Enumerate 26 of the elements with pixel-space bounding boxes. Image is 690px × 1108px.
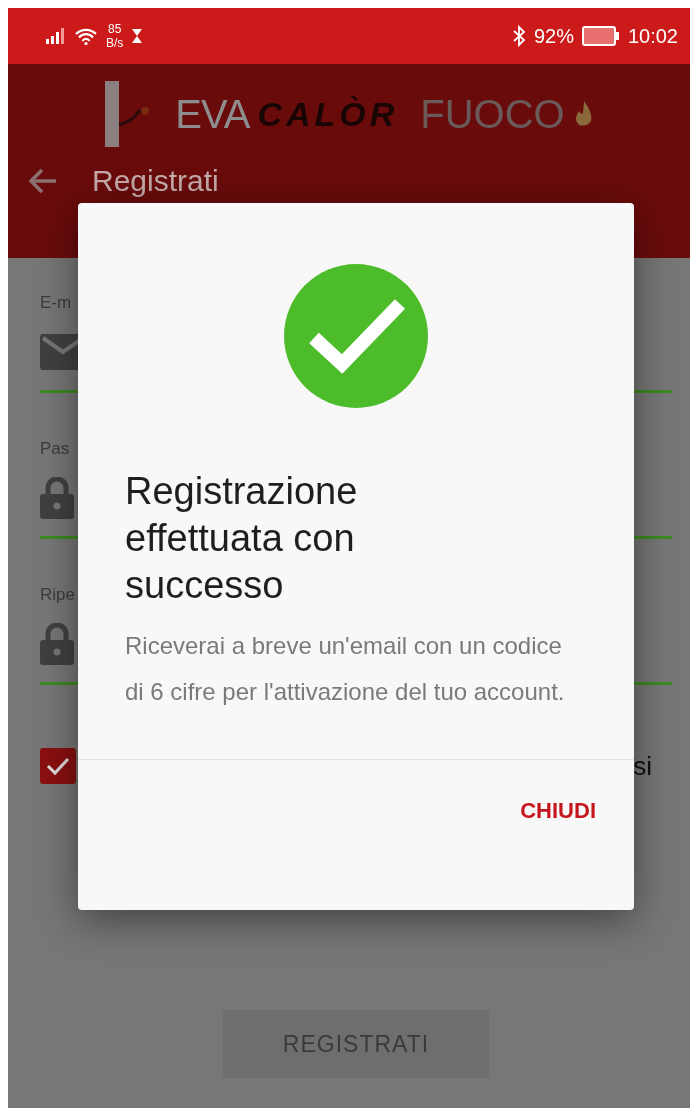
field-label: E-m: [40, 292, 72, 314]
logo-text: FUOCO: [420, 91, 565, 137]
clock: 10:02: [627, 24, 678, 48]
battery-icon: [581, 26, 620, 46]
net-speed: 85: [108, 22, 122, 36]
signal-icon: [46, 28, 66, 44]
dialog-message: Riceverai a breve un'email con un codice di 6 cifre per l'attivazione del tuo account.: [125, 631, 565, 707]
logo-text: EVA: [175, 91, 250, 137]
checkbox-label: si: [633, 750, 652, 782]
toolbar-title: Registrati: [92, 164, 219, 198]
dialog-title: Registrazione effettuata con successo: [125, 469, 359, 608]
lock-icon: [40, 477, 74, 519]
checkbox[interactable]: [40, 748, 76, 784]
field-label: Pas: [40, 438, 70, 460]
bluetooth-icon: [511, 25, 526, 47]
lock-icon: [40, 623, 74, 665]
back-arrow-icon[interactable]: [28, 168, 58, 194]
logo-text: CALÒR: [257, 94, 399, 134]
check-icon: [46, 756, 70, 776]
wifi-icon: [74, 27, 98, 45]
close-button[interactable]: CHIUDI: [510, 790, 606, 832]
battery-percent: 92%: [533, 24, 574, 48]
field-label: Ripe: [40, 584, 75, 606]
check-circle-icon: [284, 264, 428, 408]
hourglass-icon: [131, 28, 144, 44]
net-unit: B/s: [106, 36, 124, 50]
